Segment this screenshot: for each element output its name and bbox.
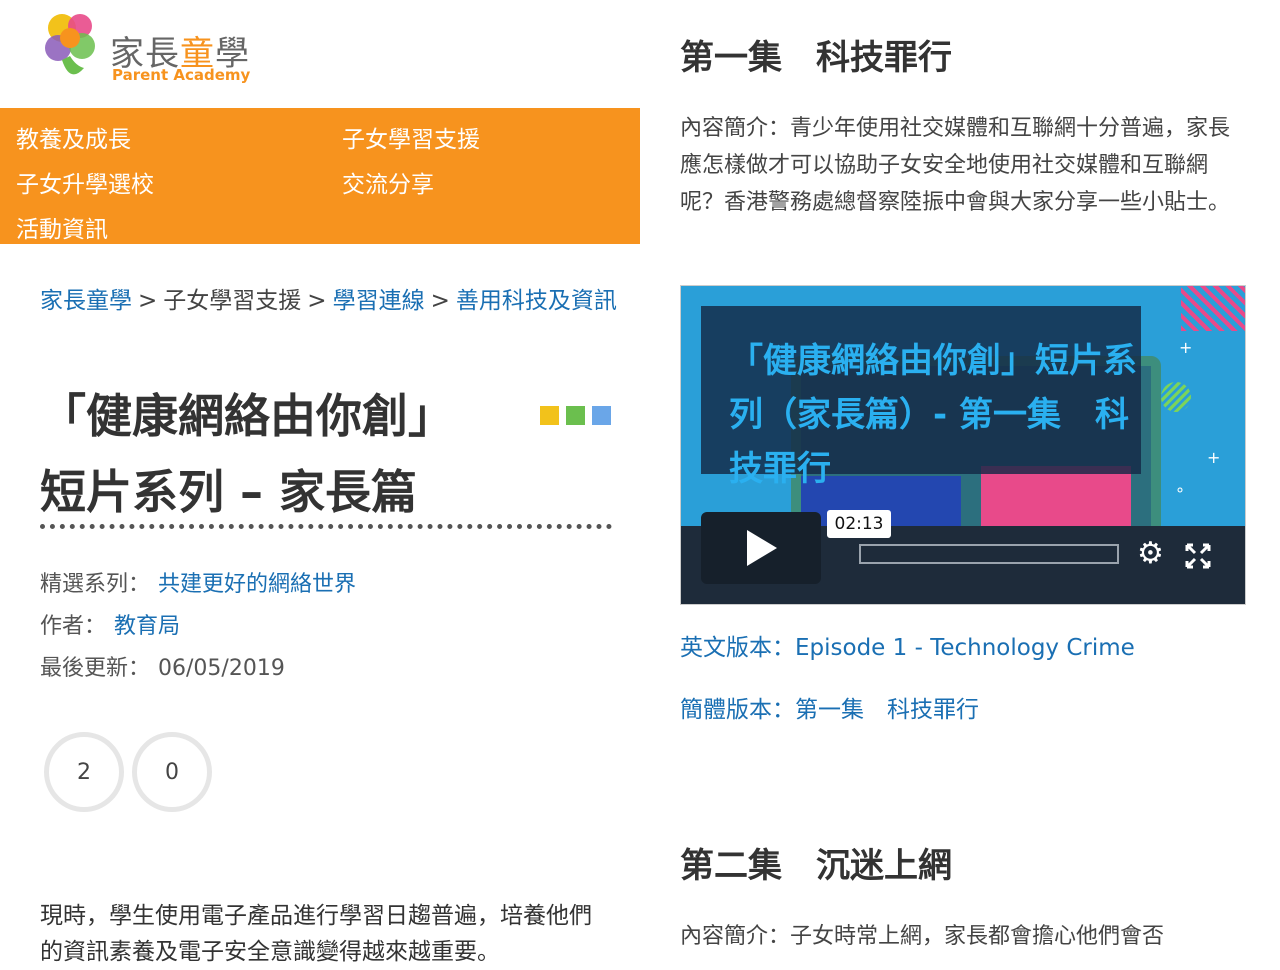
breadcrumb-learning-support: 子女學習支援 <box>163 288 302 314</box>
play-button[interactable] <box>701 512 821 584</box>
updated-label: 最後更新： <box>40 656 151 681</box>
nav-item-parenting[interactable]: 教養及成長 <box>16 120 131 154</box>
comment-button[interactable]: 0 <box>132 732 212 812</box>
meta-series: 精選系列： 共建更好的網絡世界 <box>40 566 356 598</box>
main-navigation: 教養及成長 子女學習支援 子女升學選校 交流分享 活動資訊 <box>0 108 640 244</box>
episode-2-description: 內容簡介：子女時常上網，家長都會擔心他們會否 <box>680 924 1165 949</box>
breadcrumb-separator: > <box>307 288 327 314</box>
nav-item-learning-support[interactable]: 子女學習支援 <box>342 120 480 154</box>
comment-count: 0 <box>165 759 179 785</box>
video-decor-dot: ∘ <box>1175 480 1186 499</box>
video-decor-plus: + <box>1207 448 1221 467</box>
video-time-tooltip: 02:13 <box>827 510 891 538</box>
episode-1-video-player[interactable]: + + ∘ 「健康網絡由你創」短片系列（家長篇）- 第一集 科技罪行 02:13… <box>680 285 1246 605</box>
parent-academy-logo[interactable]: 家長童學 Parent Academy <box>40 10 260 90</box>
left-column: 家長童學 Parent Academy 教養及成長 子女學習支援 子女升學選校 … <box>0 0 640 965</box>
play-icon <box>747 530 777 566</box>
title-divider <box>40 524 612 529</box>
episode-1-title: 第一集 科技罪行 <box>680 38 952 78</box>
episode-2-title: 第二集 沉迷上網 <box>680 846 952 886</box>
right-column: 第一集 科技罪行 內容簡介：青少年使用社交媒體和互聯網十分普遍，家長應怎樣做才可… <box>640 0 1280 960</box>
intro-paragraph: 現時，學生使用電子產品進行學習日趨普遍，培養他們的資訊素養及電子安全意識變得越來… <box>40 903 592 965</box>
episode-1-description: 內容簡介：青少年使用社交媒體和互聯網十分普遍，家長應怎樣做才可以協助子女安全地使… <box>680 116 1231 215</box>
meta-updated: 最後更新： 06/05/2019 <box>40 650 285 682</box>
simplified-version-link[interactable]: 簡體版本：第一集 科技罪行 <box>680 690 979 724</box>
page-title: 「健康網絡由你創」短片系列 – 家長篇 <box>40 389 454 519</box>
like-count: 2 <box>77 759 91 785</box>
nav-item-events[interactable]: 活動資訊 <box>16 210 108 244</box>
video-decor-ring <box>1161 382 1191 412</box>
breadcrumb-home[interactable]: 家長童學 <box>40 288 132 314</box>
video-title-overlay: 「健康網絡由你創」短片系列（家長篇）- 第一集 科技罪行 <box>701 306 1141 489</box>
video-decor-plus: + <box>1179 338 1193 357</box>
video-title-text: 「健康網絡由你創」短片系列（家長篇）- 第一集 科技罪行 <box>729 341 1137 489</box>
logo-english-text: Parent Academy <box>112 66 251 84</box>
video-decor-stripes <box>1181 286 1245 331</box>
breadcrumb-separator: > <box>430 288 450 314</box>
author-label: 作者： <box>40 614 107 639</box>
author-link[interactable]: 教育局 <box>114 614 180 639</box>
nav-item-school-selection[interactable]: 子女升學選校 <box>16 165 154 199</box>
english-version-link[interactable]: 英文版本：Episode 1 - Technology Crime <box>680 628 1135 662</box>
fullscreen-glyph <box>1185 543 1211 569</box>
nav-item-sharing[interactable]: 交流分享 <box>342 165 434 199</box>
series-label: 精選系列： <box>40 572 151 597</box>
meta-author: 作者： 教育局 <box>40 608 180 640</box>
breadcrumb: 家長童學 > 子女學習支援 > 學習連線 > 善用科技及資訊 <box>40 283 620 320</box>
breadcrumb-learning-connect[interactable]: 學習連線 <box>333 288 425 314</box>
decor-square-yellow <box>540 406 559 425</box>
logo-flower-icon <box>45 14 95 75</box>
breadcrumb-separator: > <box>138 288 158 314</box>
decor-square-green <box>566 406 585 425</box>
fullscreen-icon[interactable] <box>1185 542 1211 577</box>
video-progress-bar[interactable] <box>859 544 1119 564</box>
updated-date: 06/05/2019 <box>158 656 285 681</box>
title-decoration <box>540 406 618 426</box>
like-button[interactable]: 2 <box>44 732 124 812</box>
decor-square-blue <box>592 406 611 425</box>
gear-icon[interactable]: ⚙ <box>1137 536 1164 571</box>
series-link[interactable]: 共建更好的網絡世界 <box>158 572 356 597</box>
breadcrumb-tech-info[interactable]: 善用科技及資訊 <box>456 288 617 314</box>
